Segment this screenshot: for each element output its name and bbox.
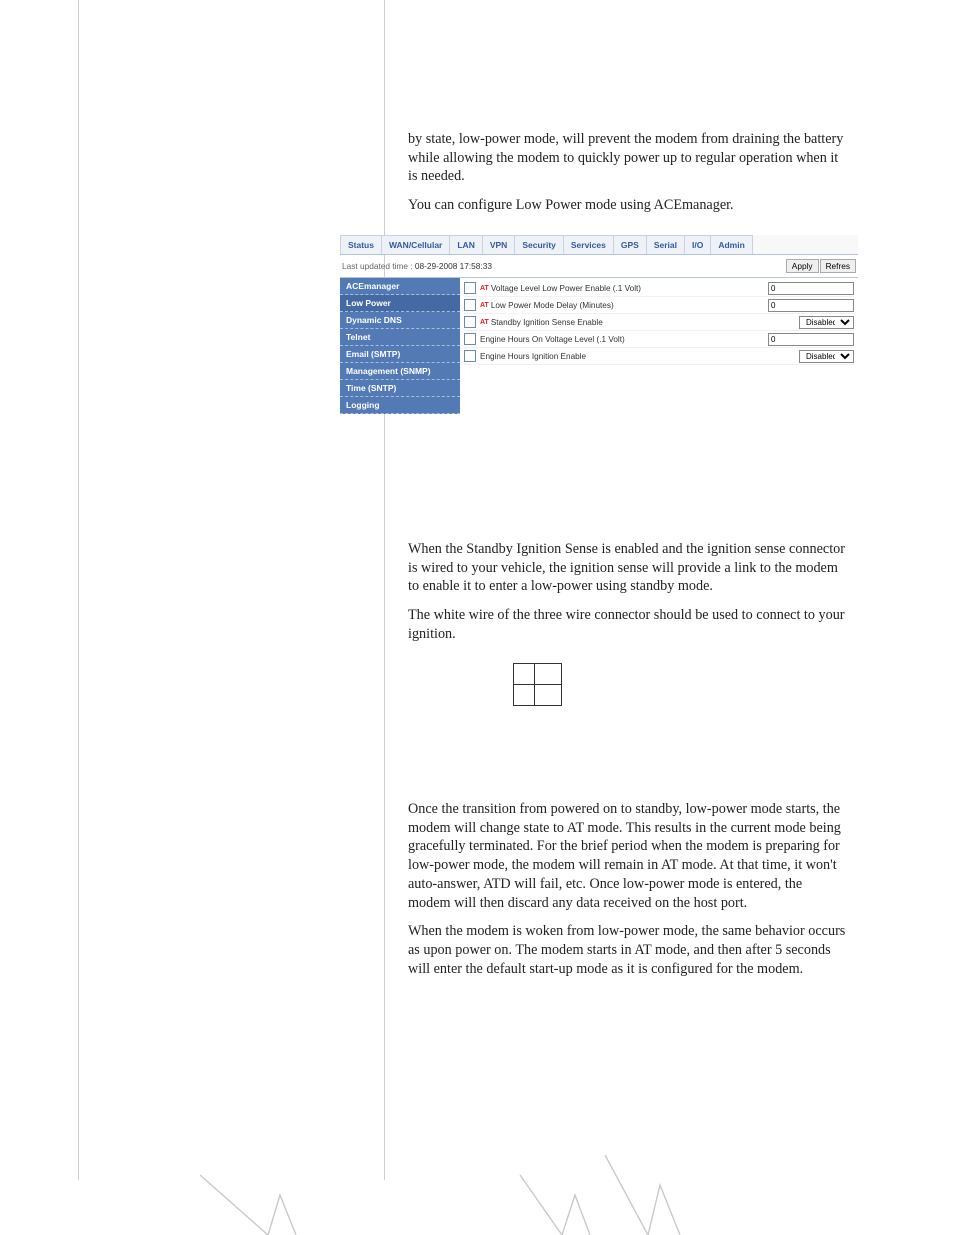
vertical-rule-content xyxy=(384,0,385,1180)
voltage-low-power-input[interactable] xyxy=(768,282,854,295)
tab-vpn[interactable]: VPN xyxy=(482,235,515,254)
at-badge: AT xyxy=(480,302,489,309)
sidebar-item-low-power[interactable]: Low Power xyxy=(340,295,460,312)
tab-io[interactable]: I/O xyxy=(684,235,711,254)
setting-row: AT Voltage Level Low Power Enable (.1 Vo… xyxy=(464,280,854,297)
at-badge: AT xyxy=(480,319,489,326)
setting-label: Standby Ignition Sense Enable xyxy=(491,318,799,327)
refresh-button[interactable]: Refres xyxy=(820,259,856,273)
tab-gps[interactable]: GPS xyxy=(613,235,647,254)
tab-lan[interactable]: LAN xyxy=(449,235,482,254)
standby-ignition-select[interactable]: Disabled xyxy=(799,316,854,329)
engine-hours-voltage-input[interactable] xyxy=(768,333,854,346)
body-paragraph: When the Standby Ignition Sense is enabl… xyxy=(408,540,848,596)
engine-hours-ignition-select[interactable]: Disabled xyxy=(799,350,854,363)
checkbox-icon[interactable] xyxy=(464,299,476,311)
setting-row: AT Standby Ignition Sense Enable Disable… xyxy=(464,314,854,331)
setting-label: Voltage Level Low Power Enable (.1 Volt) xyxy=(491,284,768,293)
setting-row: Engine Hours Ignition Enable Disabled xyxy=(464,348,854,365)
tab-status[interactable]: Status xyxy=(340,235,382,254)
sidebar-item-smtp[interactable]: Email (SMTP) xyxy=(340,346,460,363)
last-updated-time: 08-29-2008 17:58:33 xyxy=(415,261,492,271)
checkbox-icon[interactable] xyxy=(464,333,476,345)
ace-sidebar: ACEmanager Low Power Dynamic DNS Telnet … xyxy=(340,278,460,414)
wave-decoration xyxy=(0,1095,954,1235)
ace-main: AT Voltage Level Low Power Enable (.1 Vo… xyxy=(460,278,858,414)
setting-row: AT Low Power Mode Delay (Minutes) xyxy=(464,297,854,314)
checkbox-icon[interactable] xyxy=(464,350,476,362)
setting-label: Engine Hours On Voltage Level (.1 Volt) xyxy=(480,335,768,344)
sidebar-item-snmp[interactable]: Management (SNMP) xyxy=(340,363,460,380)
body-paragraph: by state, low-power mode, will prevent t… xyxy=(408,130,848,186)
body-paragraph: The white wire of the three wire connect… xyxy=(408,606,848,643)
at-badge: AT xyxy=(480,285,489,292)
apply-button[interactable]: Apply xyxy=(786,259,819,273)
ace-tab-bar: Status WAN/Cellular LAN VPN Security Ser… xyxy=(340,235,858,255)
last-updated-label: Last updated time : xyxy=(342,261,413,271)
sidebar-item-telnet[interactable]: Telnet xyxy=(340,329,460,346)
acemanager-panel: Status WAN/Cellular LAN VPN Security Ser… xyxy=(340,235,859,414)
sidebar-item-acemanager[interactable]: ACEmanager xyxy=(340,278,460,295)
setting-label: Engine Hours Ignition Enable xyxy=(480,352,799,361)
tab-wan-cellular[interactable]: WAN/Cellular xyxy=(381,235,450,254)
sidebar-item-logging[interactable]: Logging xyxy=(340,397,460,414)
placeholder-table xyxy=(513,663,562,706)
setting-label: Low Power Mode Delay (Minutes) xyxy=(491,301,768,310)
tab-admin[interactable]: Admin xyxy=(710,235,752,254)
body-paragraph: Once the transition from powered on to s… xyxy=(408,800,848,912)
tab-services[interactable]: Services xyxy=(563,235,614,254)
tab-serial[interactable]: Serial xyxy=(646,235,685,254)
sidebar-item-sntp[interactable]: Time (SNTP) xyxy=(340,380,460,397)
tab-security[interactable]: Security xyxy=(514,235,564,254)
sidebar-item-dynamic-dns[interactable]: Dynamic DNS xyxy=(340,312,460,329)
low-power-delay-input[interactable] xyxy=(768,299,854,312)
checkbox-icon[interactable] xyxy=(464,316,476,328)
checkbox-icon[interactable] xyxy=(464,282,476,294)
body-paragraph: When the modem is woken from low-power m… xyxy=(408,922,848,978)
vertical-rule-left xyxy=(78,0,79,1180)
body-paragraph: You can configure Low Power mode using A… xyxy=(408,196,848,215)
setting-row: Engine Hours On Voltage Level (.1 Volt) xyxy=(464,331,854,348)
